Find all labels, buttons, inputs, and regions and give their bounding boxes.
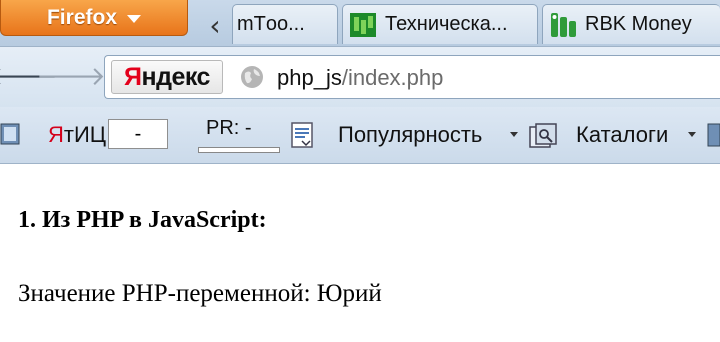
address-bar[interactable]: Яндекс php_js/index.php (104, 55, 720, 99)
url-text[interactable]: php_js/index.php (277, 65, 443, 91)
chevron-down-icon (510, 132, 518, 137)
tech-site-favicon-icon (350, 12, 376, 37)
globe-icon (241, 66, 263, 88)
toolbar-overflow-icon[interactable] (706, 121, 720, 149)
yandex-toolbar: ЯтИЦ: - PR: - Популярность Каталоги (0, 107, 720, 164)
chevron-left-icon: ‹ (209, 8, 221, 42)
toolbar-grid-icon[interactable] (0, 121, 22, 147)
yandex-logo-first-letter: Я (124, 62, 142, 91)
php-variable-text: Значение PHP-переменной: Юрий (18, 280, 382, 307)
yandex-logo-rest: ндекс (141, 62, 211, 91)
tab-label: mTоо... (237, 13, 305, 35)
tic-value-field: - (108, 119, 168, 149)
catalog-icon[interactable] (528, 121, 560, 151)
chevron-down-icon (688, 132, 696, 137)
page-heading: 1. Из PHP в JavaScript: (18, 207, 267, 233)
firefox-menu-label: Firefox (46, 5, 117, 29)
tab-1[interactable]: mTоо... (232, 4, 338, 44)
forward-button[interactable]: 🡒 (36, 59, 106, 93)
url-host: php_js (277, 65, 342, 90)
arrow-right-icon: 🡒 (36, 61, 106, 92)
pagerank-label: PR: - (206, 117, 252, 139)
tic-text: тИЦ: (63, 122, 113, 147)
back-button[interactable]: 🡐 (0, 59, 58, 93)
rbk-money-favicon-icon (551, 12, 576, 37)
yandex-search-button[interactable]: Яндекс (111, 60, 223, 94)
tic-prefix: Я (48, 122, 64, 147)
popularity-menu[interactable]: Популярность (338, 122, 482, 148)
tab-2[interactable]: Техническа... (342, 4, 538, 44)
pagerank-bar (198, 147, 280, 153)
tab-label: Техническа... (385, 13, 508, 35)
tab-strip: Firefox ‹ mTоо... Техническа... RBK Mone… (0, 0, 720, 47)
document-icon[interactable] (290, 121, 316, 149)
catalogs-menu[interactable]: Каталоги (576, 122, 668, 148)
tab-3[interactable]: RBK Money (542, 4, 720, 44)
tab-scroll-left-button[interactable]: ‹ (200, 8, 230, 42)
tic-label: ЯтИЦ: (48, 122, 112, 148)
navigation-bar: 🡐 🡒 Яндекс php_js/index.php (0, 47, 720, 107)
chevron-down-icon (127, 14, 141, 23)
url-path: /index.php (341, 65, 444, 90)
tab-label: RBK Money (585, 13, 692, 35)
firefox-menu-button[interactable]: Firefox (0, 0, 188, 36)
